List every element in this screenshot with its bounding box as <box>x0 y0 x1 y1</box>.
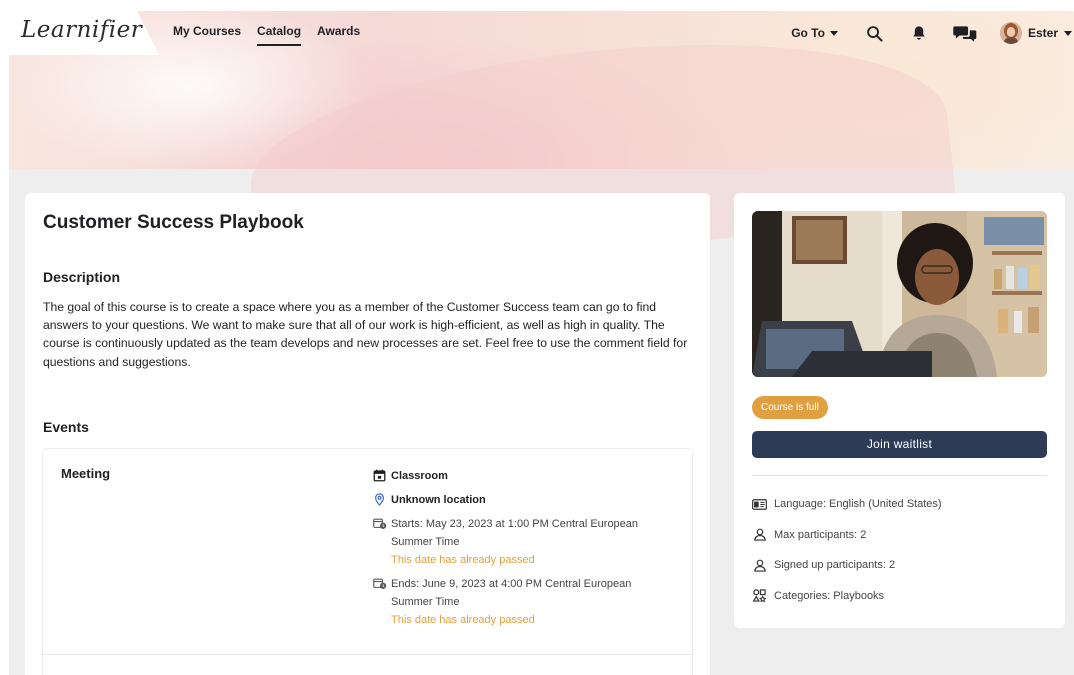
categories-text: Categories: Playbooks <box>774 589 885 602</box>
event-details: Classroom Unknown location Starts: May 2… <box>373 467 673 635</box>
divider <box>752 475 1047 476</box>
max-participants-row: Max participants: 2 <box>752 520 1047 551</box>
logo-area: Learnifier <box>9 11 159 55</box>
event-divider <box>43 654 692 655</box>
course-sidebar-card: Course is full Join waitlist Language: E… <box>734 193 1065 628</box>
language-icon <box>752 497 767 512</box>
event-end-warning: This date has already passed <box>391 614 535 626</box>
description-text: The goal of this course is to create a s… <box>43 300 688 369</box>
event-card[interactable]: Meeting Classroom Unknown location Start… <box>43 449 692 675</box>
calendar-clock-icon <box>373 577 387 591</box>
categories-icon <box>752 588 767 603</box>
nav-my-courses[interactable]: My Courses <box>173 11 241 55</box>
chevron-down-icon <box>1064 30 1072 36</box>
person-icon <box>752 558 767 573</box>
chevron-down-icon <box>829 30 838 36</box>
description-heading: Description <box>43 269 121 285</box>
person-icon <box>752 527 767 542</box>
header-actions: Go To Ester <box>791 11 1074 55</box>
events-heading: Events <box>43 419 89 435</box>
event-location-row: Unknown location <box>373 491 673 509</box>
event-start-row: Starts: May 23, 2023 at 1:00 PM Central … <box>373 515 673 569</box>
calendar-icon <box>373 469 387 483</box>
event-location: Unknown location <box>391 494 486 506</box>
course-image <box>752 211 1047 377</box>
event-type: Classroom <box>391 470 448 482</box>
event-name: Meeting <box>61 466 111 481</box>
signed-up-row: Signed up participants: 2 <box>752 550 1047 581</box>
event-end-time: Ends: June 9, 2023 at 4:00 PM Central Eu… <box>391 578 632 608</box>
event-start-warning: This date has already passed <box>391 554 535 566</box>
nav-catalog[interactable]: Catalog <box>257 11 302 55</box>
status-badge: Course is full <box>752 396 828 419</box>
avatar <box>999 22 1022 44</box>
event-type-row: Classroom <box>373 467 673 485</box>
calendar-clock-icon <box>373 517 387 531</box>
main-nav: My Courses Catalog Awards <box>173 11 360 55</box>
language-text: Language: English (United States) <box>774 498 942 511</box>
max-participants-text: Max participants: 2 <box>774 528 867 541</box>
logo[interactable]: Learnifier <box>21 17 142 43</box>
event-start-time: Starts: May 23, 2023 at 1:00 PM Central … <box>391 518 639 548</box>
event-end-row: Ends: June 9, 2023 at 4:00 PM Central Eu… <box>373 575 673 629</box>
signed-up-text: Signed up participants: 2 <box>774 559 896 572</box>
language-row: Language: English (United States) <box>752 489 1047 520</box>
categories-row: Categories: Playbooks <box>752 581 1047 612</box>
nav-awards[interactable]: Awards <box>317 11 360 55</box>
page-title: Customer Success Playbook <box>43 212 304 233</box>
user-name: Ester <box>1027 26 1058 40</box>
search-icon[interactable] <box>864 22 886 44</box>
course-details-card: Customer Success Playbook Description Th… <box>25 193 710 675</box>
location-pin-icon <box>373 493 387 507</box>
app-window: Learnifier My Courses Catalog Awards Go … <box>9 11 1074 675</box>
join-waitlist-button[interactable]: Join waitlist <box>752 431 1047 458</box>
chat-icon[interactable] <box>952 22 978 44</box>
course-meta-list: Language: English (United States) Max pa… <box>752 489 1047 611</box>
bell-icon[interactable] <box>908 22 930 44</box>
top-navigation-bar: Learnifier My Courses Catalog Awards Go … <box>9 11 1074 55</box>
user-menu[interactable]: Ester <box>999 22 1072 44</box>
goto-dropdown[interactable]: Go To <box>791 26 838 40</box>
goto-label: Go To <box>791 26 825 40</box>
